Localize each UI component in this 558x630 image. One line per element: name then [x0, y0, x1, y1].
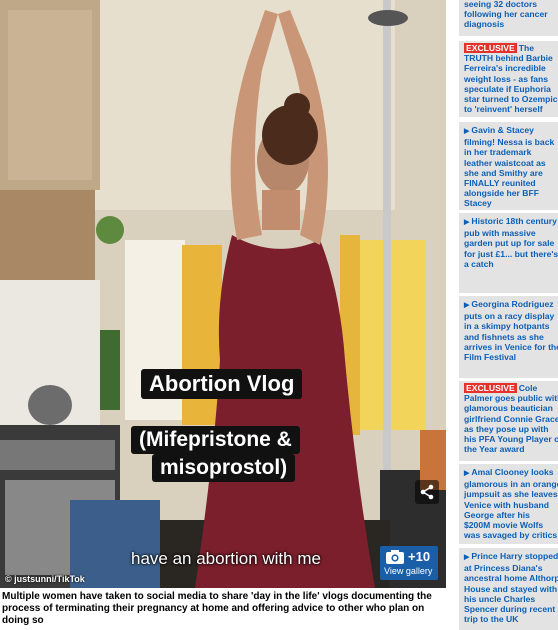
story-line[interactable]: Ferreira's incredible: [464, 63, 558, 73]
arrow-icon: ▶: [464, 470, 470, 477]
video-subtitle: have an abortion with me: [131, 549, 321, 568]
story-line[interactable]: Venice with husband: [464, 500, 558, 510]
story-line[interactable]: the Year award: [464, 444, 558, 454]
arrow-icon: ▶: [464, 128, 470, 135]
story-line[interactable]: Georgina Rodriguez: [471, 299, 553, 309]
story-line[interactable]: garden put up for sale: [464, 238, 558, 248]
story-line[interactable]: arrives in Venice for the: [464, 342, 558, 352]
sidebar-story[interactable]: seeing 32 doctors following her cancer d…: [459, 0, 558, 36]
story-line[interactable]: in her trademark: [464, 147, 558, 157]
story-line[interactable]: girlfriend Connie Grace: [464, 414, 558, 424]
story-line[interactable]: was savaged by critics: [464, 530, 558, 540]
story-line[interactable]: Historic 18th century: [471, 216, 556, 226]
story-line[interactable]: Stacey: [464, 198, 558, 208]
sidebar-news-list: seeing 32 doctors following her cancer d…: [459, 0, 558, 630]
story-line[interactable]: a catch: [464, 259, 558, 269]
story-line[interactable]: jumpsuit as she leaves: [464, 489, 558, 499]
sidebar-story[interactable]: EXCLUSIVE The TRUTH behind Barbie Ferreir…: [459, 41, 558, 117]
view-gallery-button[interactable]: +10 View gallery: [380, 546, 438, 580]
story-line[interactable]: speculate if Euphoria: [464, 84, 558, 94]
overlay-title: Abortion Vlog: [141, 369, 303, 399]
arrow-icon: ▶: [464, 554, 470, 561]
camera-icon: [386, 550, 404, 564]
story-line[interactable]: Spencer during recent: [464, 604, 558, 614]
article-image[interactable]: Abortion Vlog (Mifepristone & misoprosto…: [0, 0, 446, 588]
sidebar-story[interactable]: ▶ Gavin & Stacey filming! Nessa is back i…: [459, 122, 558, 210]
story-line[interactable]: for just £1... but there's: [464, 249, 558, 259]
story-line[interactable]: and fishnets as she: [464, 332, 558, 342]
sidebar-story[interactable]: ▶ Prince Harry stopped at Princess Diana'…: [459, 548, 558, 630]
story-line[interactable]: Palmer goes public with: [464, 393, 558, 403]
story-line[interactable]: leather waistcoat as: [464, 158, 558, 168]
exclusive-badge: EXCLUSIVE: [464, 43, 517, 53]
sidebar-story[interactable]: ▶ Historic 18th century pub with massive …: [459, 213, 558, 293]
story-line[interactable]: she and Smithy are: [464, 168, 558, 178]
story-line[interactable]: in a skimpy hotpants: [464, 321, 558, 331]
story-line[interactable]: trip to the UK: [464, 614, 558, 624]
story-line[interactable]: Amal Clooney looks: [471, 467, 553, 477]
gallery-count: +10: [408, 549, 431, 564]
story-line[interactable]: The: [519, 43, 534, 53]
story-line[interactable]: his PFA Young Player of: [464, 434, 558, 444]
story-line[interactable]: glamorous in an orange: [464, 479, 558, 489]
story-line[interactable]: star turned to Ozempic: [464, 94, 558, 104]
arrow-icon: ▶: [464, 219, 470, 226]
story-line[interactable]: Cole: [519, 383, 538, 393]
story-line[interactable]: FINALLY reunited: [464, 178, 558, 188]
gallery-label: View gallery: [384, 566, 433, 576]
arrow-icon: ▶: [464, 302, 470, 309]
story-line[interactable]: Prince Harry stopped: [471, 551, 558, 561]
share-button[interactable]: [415, 480, 439, 504]
story-line[interactable]: puts on a racy display: [464, 311, 558, 321]
image-caption: Multiple women have taken to social medi…: [2, 591, 432, 626]
story-line[interactable]: to 'reinvent' herself: [464, 104, 558, 114]
story-line[interactable]: as they pose up with: [464, 424, 558, 434]
story-line[interactable]: $200M movie Wolfs: [464, 520, 558, 530]
story-line[interactable]: filming! Nessa is back: [464, 137, 558, 147]
story-line[interactable]: alongside her BFF: [464, 188, 558, 198]
photo-scene: [0, 0, 446, 588]
sidebar-story[interactable]: EXCLUSIVE Cole Palmer goes public with gl…: [459, 381, 558, 461]
story-line[interactable]: George after his: [464, 510, 558, 520]
overlay-drug-line1: (Mifepristone &: [131, 426, 300, 454]
story-line[interactable]: Gavin & Stacey: [471, 125, 534, 135]
image-credit: © justsunni/TikTok: [5, 574, 85, 584]
story-line[interactable]: his uncle Charles: [464, 594, 558, 604]
story-line[interactable]: ancestral home Althorp: [464, 573, 558, 583]
story-line[interactable]: Film Festival: [464, 352, 558, 362]
overlay-drug-line2: misoprostol): [152, 454, 296, 482]
story-line[interactable]: at Princess Diana's: [464, 563, 558, 573]
story-line[interactable]: diagnosis: [464, 19, 558, 29]
story-line[interactable]: weight loss - as fans: [464, 74, 558, 84]
story-line[interactable]: pub with massive: [464, 228, 558, 238]
story-line[interactable]: seeing 32 doctors: [464, 0, 558, 9]
story-line[interactable]: glamorous beautician: [464, 403, 558, 413]
sidebar-story[interactable]: ▶ Amal Clooney looks glamorous in an oran…: [459, 464, 558, 544]
story-line[interactable]: House and stayed with: [464, 584, 558, 594]
share-icon: [420, 484, 434, 500]
sidebar-story[interactable]: ▶ Georgina Rodriguez puts on a racy displ…: [459, 296, 558, 378]
story-line[interactable]: following her cancer: [464, 9, 558, 19]
exclusive-badge: EXCLUSIVE: [464, 383, 517, 393]
story-line[interactable]: TRUTH behind Barbie: [464, 53, 558, 63]
